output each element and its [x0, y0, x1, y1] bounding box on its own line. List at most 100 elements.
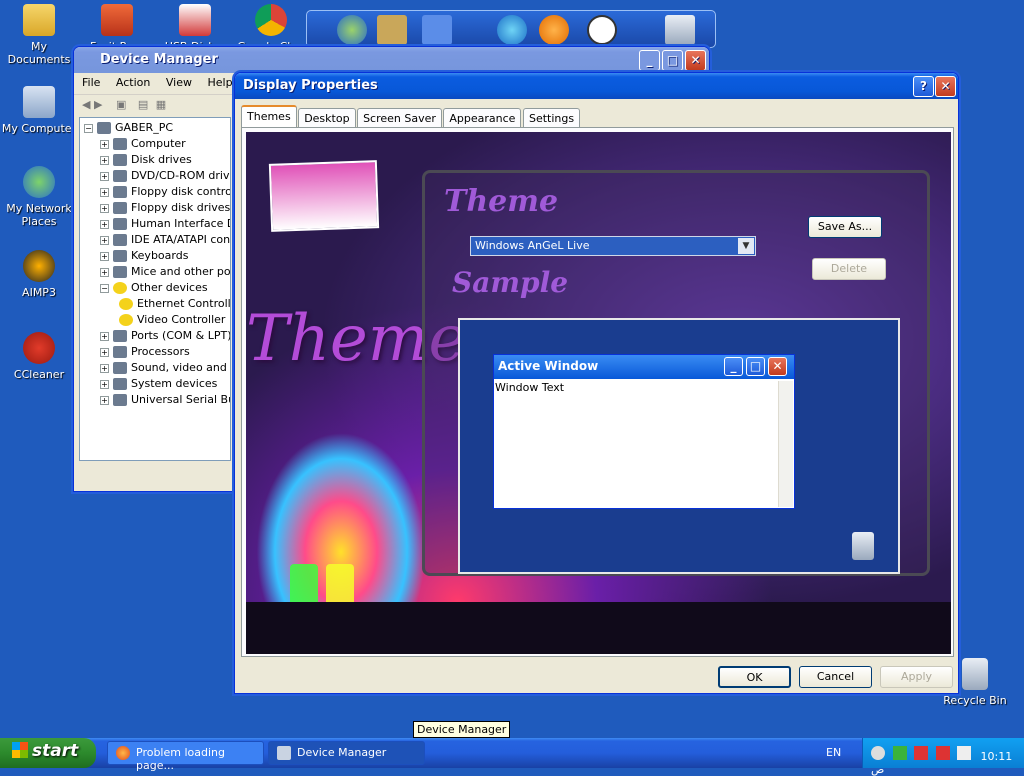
- dvd-drive-icon: [113, 170, 127, 182]
- tree-item[interactable]: − Other devices: [84, 280, 226, 296]
- chevron-down-icon[interactable]: ▼: [738, 238, 754, 254]
- tree-item[interactable]: + System devices: [84, 376, 226, 392]
- close-button[interactable]: ✕: [935, 76, 956, 97]
- tree-item[interactable]: + Keyboards: [84, 248, 226, 264]
- close-button[interactable]: ✕: [685, 50, 706, 71]
- back-arrow-icon[interactable]: ◀: [82, 98, 94, 111]
- ok-button[interactable]: OK: [718, 666, 791, 688]
- help-button[interactable]: ?: [913, 76, 934, 97]
- window-title: Display Properties: [243, 78, 378, 93]
- quick-launch-dock: [306, 10, 716, 48]
- cancel-button[interactable]: Cancel: [799, 666, 872, 688]
- display-properties-titlebar[interactable]: Display Properties ? ✕: [235, 73, 958, 99]
- taskbar-button-device-manager[interactable]: Device Manager: [268, 741, 425, 765]
- tab-themes[interactable]: Themes: [241, 105, 297, 128]
- tree-item[interactable]: + Processors: [84, 344, 226, 360]
- apply-button[interactable]: Apply: [880, 666, 953, 688]
- maximize-icon: □: [746, 357, 765, 376]
- recycle-bin-icon: [852, 532, 874, 560]
- desktop-icon-label: AIMP3: [22, 286, 56, 299]
- sample-window-titlebar: Active Window _ □ ✕: [494, 355, 794, 379]
- port-icon: [113, 330, 127, 342]
- start-label: start: [32, 741, 79, 761]
- tree-root[interactable]: − GABER_PC: [84, 120, 226, 136]
- menu-help[interactable]: Help: [207, 76, 232, 89]
- floppy-drive-icon: [113, 202, 127, 214]
- menu-file[interactable]: File: [82, 76, 100, 89]
- tab-screen-saver[interactable]: Screen Saver: [357, 108, 442, 128]
- tree-item[interactable]: Video Controller: [84, 312, 226, 328]
- computer-icon: [23, 86, 55, 118]
- desktop-icon-my-documents[interactable]: My Documents: [0, 4, 78, 66]
- tree-item[interactable]: +IDE ATA/ATAPI controllers: [84, 232, 230, 248]
- clock-icon[interactable]: [587, 15, 617, 45]
- tree-item[interactable]: +Human Interface Devices: [84, 216, 230, 232]
- tree-item[interactable]: +Sound, video and game controllers: [84, 360, 230, 376]
- desktop-icon-label: My Computer: [1, 122, 77, 135]
- tree-item[interactable]: +Mice and other pointing devices: [84, 264, 230, 280]
- tree-item[interactable]: + Ports (COM & LPT): [84, 328, 230, 344]
- tray-icon[interactable]: [871, 746, 885, 760]
- language-indicator[interactable]: EN: [826, 746, 841, 759]
- start-button[interactable]: start: [0, 738, 96, 768]
- tree-item[interactable]: Ethernet Controller: [84, 296, 230, 312]
- save-as-button[interactable]: Save As...: [808, 216, 882, 238]
- desktop-icon-label: Recycle Bin: [943, 694, 1007, 707]
- tree-item[interactable]: + Disk drives: [84, 152, 226, 168]
- ccleaner-icon: [23, 332, 55, 364]
- desktop-icon-aimp3[interactable]: AIMP3: [0, 250, 78, 299]
- mouse-icon: [113, 266, 127, 278]
- hid-icon: [113, 218, 127, 230]
- desktop-icon-my-computer[interactable]: My Computer: [0, 86, 78, 135]
- globe-icon[interactable]: [497, 15, 527, 45]
- help-icon[interactable]: ▦: [156, 98, 166, 111]
- tab-settings[interactable]: Settings: [522, 108, 581, 128]
- desktop-icon-label: My Network Places: [6, 202, 72, 228]
- computer-icon: [97, 122, 111, 134]
- tray-icon[interactable]: [892, 746, 907, 760]
- chrome-icon: [255, 4, 287, 36]
- tree-item[interactable]: + Floppy disk drives: [84, 200, 230, 216]
- usb-disk-icon: [179, 4, 211, 36]
- menu-action[interactable]: Action: [116, 76, 150, 89]
- tray-icon[interactable]: [914, 746, 928, 760]
- delete-button[interactable]: Delete: [812, 258, 886, 280]
- minimize-button[interactable]: _: [639, 50, 660, 71]
- tree-item[interactable]: + DVD/CD-ROM drives: [84, 168, 230, 184]
- tab-desktop[interactable]: Desktop: [298, 108, 356, 128]
- display-properties-window: Display Properties ? ✕ Themes Desktop Sc…: [234, 72, 959, 694]
- theme-artwork: Themes Theme Windows AnGeL Live ▼ Save A…: [246, 132, 951, 654]
- app-icon[interactable]: [337, 15, 367, 45]
- windows-logo-icon: [12, 742, 28, 758]
- device-manager-titlebar[interactable]: Device Manager _ □ ✕: [74, 47, 709, 73]
- system-device-icon: [113, 378, 127, 390]
- tree-item[interactable]: +Floppy disk controllers: [84, 184, 230, 200]
- taskbar-button-label: Device Manager: [297, 746, 387, 759]
- forward-arrow-icon[interactable]: ▶: [94, 98, 106, 111]
- tray-icon[interactable]: [957, 746, 971, 760]
- properties-icon[interactable]: ▤: [138, 98, 152, 111]
- warning-icon: [113, 282, 127, 294]
- media-player-icon[interactable]: [539, 15, 569, 45]
- taskbar-button-firefox[interactable]: Problem loading page...: [107, 741, 264, 772]
- close-icon: ✕: [768, 357, 787, 376]
- theme-select[interactable]: Windows AnGeL Live ▼: [470, 236, 756, 256]
- theme-select-value: Windows AnGeL Live: [475, 239, 590, 252]
- library-icon[interactable]: [377, 15, 407, 45]
- desktop-icon-ccleaner[interactable]: CCleaner: [0, 332, 78, 381]
- tree-item[interactable]: +Universal Serial Bus controllers: [84, 392, 230, 408]
- console-tree-icon[interactable]: ▣: [116, 98, 130, 111]
- recycle-bin-icon[interactable]: [665, 15, 695, 45]
- treeline-silhouette: [246, 602, 951, 654]
- tray-icon[interactable]: [935, 746, 950, 760]
- menu-view[interactable]: View: [166, 76, 192, 89]
- maximize-button[interactable]: □: [662, 50, 683, 71]
- sample-active-window: Active Window _ □ ✕ Window Text: [493, 354, 795, 509]
- window-icon[interactable]: [422, 15, 452, 45]
- device-tree[interactable]: − GABER_PC + Computer + Disk drives + DVD/CD…: [79, 117, 231, 461]
- floppy-controller-icon: [113, 186, 127, 198]
- minimize-icon: _: [724, 357, 743, 376]
- tree-item[interactable]: + Computer: [84, 136, 226, 152]
- desktop-icon-my-network-places[interactable]: My Network Places: [0, 166, 78, 228]
- tab-appearance[interactable]: Appearance: [443, 108, 522, 128]
